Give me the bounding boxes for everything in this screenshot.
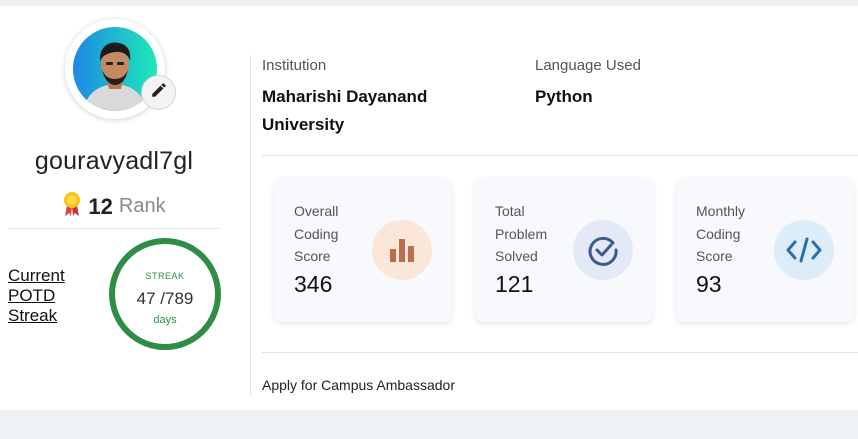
institution-label: Institution (262, 57, 327, 74)
pencil-icon (150, 81, 168, 104)
bottom-strip (0, 410, 858, 439)
institution-value: Maharishi Dayanand University (262, 83, 427, 139)
campus-ambassador-link[interactable]: Apply for Campus Ambassador (262, 377, 455, 393)
divider (262, 155, 858, 156)
divider (262, 352, 858, 353)
rank-value: 12 (88, 193, 113, 219)
card-label-line: Coding (294, 225, 339, 242)
streak-total: /789 (160, 289, 194, 308)
institution-line: Maharishi Dayanand (262, 87, 428, 106)
potd-link-line: Streak (8, 306, 58, 325)
problems-solved-card: Total Problem Solved 121 (475, 178, 653, 322)
vertical-divider (250, 55, 251, 396)
institution-line: University (262, 115, 345, 134)
streak-unit: days (153, 314, 177, 326)
card-label-line: Solved (495, 248, 538, 264)
streak-title: STREAK (145, 271, 185, 281)
card-label: Total Problem Solved (495, 200, 575, 268)
streak-count: 47 /789 (109, 289, 221, 309)
rank-label: Rank (118, 195, 166, 217)
divider (8, 228, 219, 229)
card-label-line: Coding (696, 225, 741, 242)
edit-profile-button[interactable] (141, 75, 176, 110)
card-label-line: Monthly (696, 203, 746, 219)
card-label: Monthly Coding Score (696, 200, 776, 268)
top-strip (0, 0, 858, 6)
card-label-line: Score (294, 248, 331, 264)
potd-streak-link[interactable]: Current POTD Streak (8, 266, 65, 326)
medal-icon (62, 191, 82, 222)
rank-row: 12 Rank (0, 191, 228, 222)
monthly-score-card: Monthly Coding Score 93 (676, 178, 854, 322)
language-label: Language Used (535, 57, 641, 74)
card-value: 346 (294, 271, 333, 297)
card-label: Overall Coding Score (294, 200, 374, 268)
potd-link-line: POTD (8, 286, 56, 305)
card-label-line: Problem (495, 225, 548, 242)
card-label-line: Score (696, 248, 733, 264)
username: gouravyadl7gl (34, 147, 194, 175)
streak-current: 47 (136, 289, 156, 308)
card-label-line: Total (495, 203, 525, 219)
code-icon (774, 220, 834, 280)
check-circle-icon (573, 220, 633, 280)
card-value: 93 (696, 271, 722, 297)
potd-link-line: Current (8, 266, 65, 285)
card-label-line: Overall (294, 203, 339, 219)
overall-score-card: Overall Coding Score 346 (274, 178, 452, 322)
card-value: 121 (495, 271, 534, 297)
bar-chart-icon (372, 220, 432, 280)
language-value: Python (535, 87, 593, 106)
